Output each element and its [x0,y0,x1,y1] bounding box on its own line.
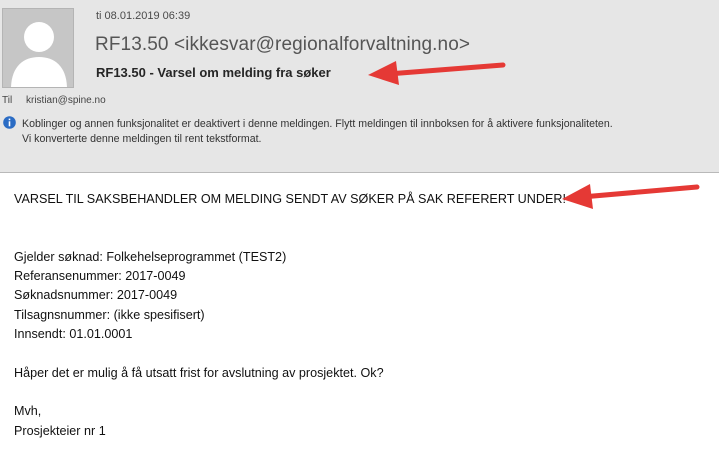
message-header: ti 08.01.2019 06:39 RF13.50 <ikkesvar@re… [0,0,719,173]
body-line-greeting: Mvh, [14,404,42,419]
info-line-1: Koblinger og annen funksjonalitet er dea… [22,118,613,130]
body-line-innsendt: Innsendt: 01.01.0001 [14,327,133,342]
body-blank [14,344,566,363]
message-body: VARSEL TIL SAKSBEHANDLER OM MELDING SEND… [14,190,566,441]
body-heading: VARSEL TIL SAKSBEHANDLER OM MELDING SEND… [14,192,566,206]
body-blank [14,209,566,228]
body-line-referanse: Referansenummer: 2017-0049 [14,269,186,284]
sender-avatar [2,8,74,88]
body-line-tilsagn: Tilsagnsnummer: (ikke spesifisert) [14,307,205,322]
info-icon [3,116,16,129]
recipient-row: Til kristian@spine.no [2,95,106,106]
message-subject: RF13.50 - Varsel om melding fra søker [96,65,331,80]
body-blank [14,229,566,248]
info-bar[interactable]: Koblinger og annen funksjonalitet er dea… [22,117,613,147]
recipient-address[interactable]: kristian@spine.no [26,95,106,106]
body-line-gjelder: Gjelder søknad: Folkehelseprogrammet (TE… [14,249,287,264]
annotation-arrow-subject [368,61,506,85]
person-avatar-icon [3,9,73,87]
body-line-signature: Prosjekteier nr 1 [14,423,106,438]
info-line-2: Vi konverterte denne meldingen til rent … [22,133,262,145]
body-line-soknad: Søknadsnummer: 2017-0049 [14,288,178,303]
annotation-arrow-body [562,184,700,209]
message-date: ti 08.01.2019 06:39 [96,10,191,22]
body-blank [14,383,566,402]
body-line-message: Håper det er mulig å få utsatt frist for… [14,365,384,380]
to-label: Til [2,95,13,106]
